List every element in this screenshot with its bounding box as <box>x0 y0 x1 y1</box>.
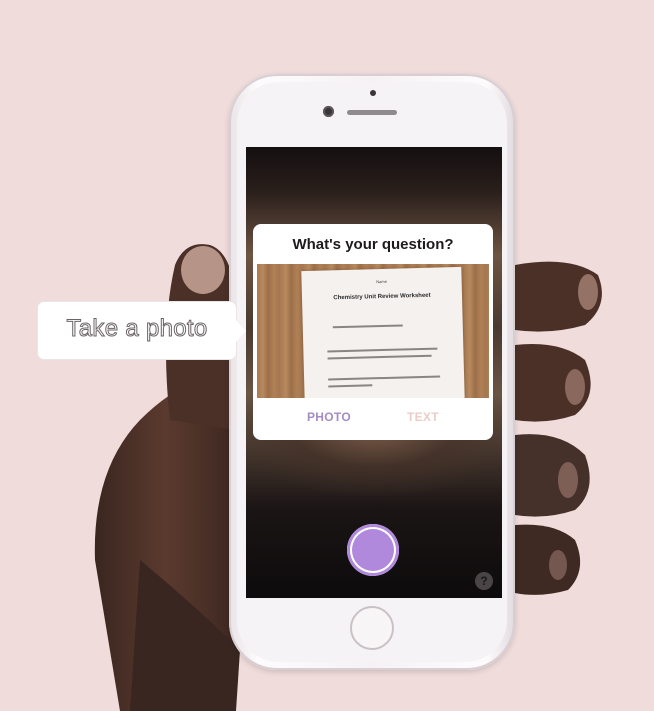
worksheet-paper: Name Chemistry Unit Review Worksheet <box>301 266 465 398</box>
sensor-dot <box>370 90 376 96</box>
worksheet-text-line <box>327 347 438 353</box>
phone-device: What's your question? Name Chemistry Uni… <box>229 74 515 670</box>
tab-photo[interactable]: PHOTO <box>307 410 351 424</box>
fingernail-1 <box>578 274 598 310</box>
callout-arrow <box>236 320 246 342</box>
earpiece-speaker <box>347 110 397 115</box>
worksheet-text-line <box>328 375 441 381</box>
card-title: What's your question? <box>292 236 454 253</box>
callout-text: Take a photo <box>66 315 208 343</box>
worksheet-text-line <box>328 384 373 388</box>
fingernail-2 <box>565 369 585 405</box>
finger-4 <box>515 524 581 595</box>
input-mode-tabs: PHOTO TEXT <box>253 410 493 434</box>
fingernail-3 <box>558 462 578 498</box>
camera-screen: What's your question? Name Chemistry Uni… <box>246 147 502 598</box>
finger-3 <box>515 434 590 517</box>
worksheet-text-line <box>327 354 432 360</box>
worksheet-text-line <box>332 324 403 329</box>
thumbnail-shape <box>181 246 225 294</box>
front-camera <box>323 106 334 117</box>
help-icon[interactable]: ? <box>475 572 493 590</box>
home-button[interactable] <box>350 606 394 650</box>
fingernail-4 <box>549 550 567 580</box>
tab-text[interactable]: TEXT <box>407 410 439 424</box>
camera-preview: Name Chemistry Unit Review Worksheet <box>257 264 489 398</box>
shutter-button[interactable] <box>347 524 399 576</box>
callout-bubble: Take a photo <box>38 302 236 359</box>
question-card: What's your question? Name Chemistry Uni… <box>253 224 493 440</box>
worksheet-name-line: Name <box>376 278 387 285</box>
worksheet-title: Chemistry Unit Review Worksheet <box>333 292 431 302</box>
